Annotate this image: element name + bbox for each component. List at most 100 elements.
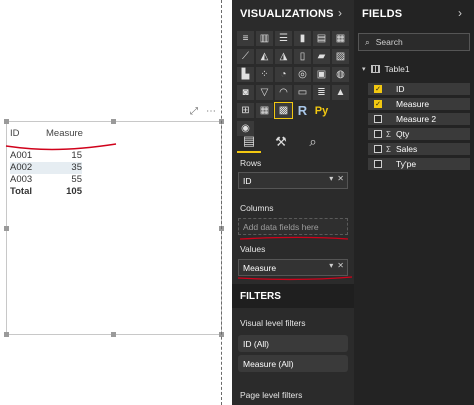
line-column-icon[interactable]: ▯ bbox=[294, 49, 311, 64]
rows-label: Rows bbox=[240, 158, 262, 168]
checkbox[interactable] bbox=[374, 160, 382, 168]
visual-type-grid: ≡ ▥ ☰ ▮ ▤ ▦ ⟋ ◭ ◮ ▯ ▰ ▨ ▙ ⁘ ◔ ◎ ▣ ◍ ◙ ▽ … bbox=[237, 31, 353, 137]
kpi-icon[interactable]: ▲ bbox=[332, 85, 349, 100]
total-value: 105 bbox=[66, 186, 82, 197]
filter-card-id[interactable]: ID (All) bbox=[238, 335, 348, 352]
chevron-right-icon[interactable]: › bbox=[338, 6, 342, 20]
gauge-icon[interactable]: ◠ bbox=[275, 85, 292, 100]
scatter-icon[interactable]: ⁘ bbox=[256, 67, 273, 82]
resize-handle[interactable] bbox=[4, 226, 9, 231]
column-header-id[interactable]: ID bbox=[10, 126, 42, 142]
100-column-icon[interactable]: ▦ bbox=[332, 31, 349, 46]
rows-well[interactable]: ID ▾ ✕ bbox=[238, 172, 348, 189]
stacked-bar-icon[interactable]: ≡ bbox=[237, 31, 254, 46]
close-icon[interactable]: ✕ bbox=[337, 261, 344, 270]
rows-field: ID bbox=[243, 175, 252, 186]
multirow-card-icon[interactable]: ≣ bbox=[313, 85, 330, 100]
format-paint-roller-icon[interactable]: ⚒ bbox=[269, 131, 293, 153]
map-icon[interactable]: ◍ bbox=[332, 67, 349, 82]
search-placeholder: Search bbox=[375, 37, 403, 47]
matrix-header-row: ID Measure bbox=[10, 126, 120, 142]
field-label: Ty'pe bbox=[396, 159, 417, 169]
values-well[interactable]: Measure ▾ ✕ bbox=[238, 259, 348, 276]
focus-mode-icon[interactable]: ⤢ bbox=[190, 106, 198, 117]
close-icon[interactable]: ✕ bbox=[337, 174, 344, 183]
report-canvas[interactable]: ⤢ ⋯ ID Measure A001 15 A002 35 A003 55 T… bbox=[0, 0, 230, 405]
checkbox[interactable] bbox=[374, 115, 382, 123]
funnel-icon[interactable]: ▽ bbox=[256, 85, 273, 100]
chevron-right-icon[interactable]: › bbox=[458, 6, 462, 20]
checkbox[interactable] bbox=[374, 145, 382, 153]
card-icon[interactable]: ▭ bbox=[294, 85, 311, 100]
waterfall-icon[interactable]: ▙ bbox=[237, 67, 254, 82]
area-chart-icon[interactable]: ◭ bbox=[256, 49, 273, 64]
visualizations-title: VISUALIZATIONS bbox=[240, 8, 334, 20]
visual-header: ⤢ ⋯ bbox=[190, 106, 216, 117]
line-clustered-icon[interactable]: ▰ bbox=[313, 49, 330, 64]
sigma-icon: Σ bbox=[386, 129, 391, 139]
checkbox-checked[interactable]: ✓ bbox=[374, 100, 382, 108]
grid-spacer bbox=[332, 103, 349, 118]
fields-tab-icon[interactable]: ▤ bbox=[237, 131, 261, 153]
matrix-icon[interactable]: ▩ bbox=[274, 102, 293, 119]
canvas-divider bbox=[221, 0, 222, 405]
field-item-sales[interactable]: Σ Sales bbox=[368, 143, 470, 155]
resize-handle[interactable] bbox=[111, 119, 116, 124]
field-item-qty[interactable]: Σ Qty bbox=[368, 128, 470, 140]
chevron-down-icon[interactable]: ▾ bbox=[329, 261, 333, 270]
checkbox[interactable] bbox=[374, 130, 382, 138]
columns-placeholder: Add data fields here bbox=[243, 221, 319, 232]
stacked-area-icon[interactable]: ◮ bbox=[275, 49, 292, 64]
pie-chart-icon[interactable]: ◔ bbox=[275, 67, 292, 82]
field-item-measure-2[interactable]: Measure 2 bbox=[368, 113, 470, 125]
field-item-measure[interactable]: ✓ Measure bbox=[368, 98, 470, 110]
resize-handle[interactable] bbox=[4, 119, 9, 124]
row-value: 55 bbox=[71, 174, 82, 185]
table-row[interactable]: A001 15 bbox=[10, 150, 120, 162]
analytics-magnifier-icon[interactable]: ⌕ bbox=[301, 131, 325, 153]
clustered-bar-icon[interactable]: ☰ bbox=[275, 31, 292, 46]
chevron-down-icon[interactable]: ▾ bbox=[329, 174, 333, 183]
slicer-icon[interactable]: ⊞ bbox=[237, 103, 254, 118]
ribbon-chart-icon[interactable]: ▨ bbox=[332, 49, 349, 64]
field-item-id[interactable]: ✓ ID bbox=[368, 83, 470, 95]
row-id: A002 bbox=[10, 162, 42, 174]
treemap-icon[interactable]: ▣ bbox=[313, 67, 330, 82]
field-label: Qty bbox=[396, 129, 410, 139]
resize-handle[interactable] bbox=[4, 332, 9, 337]
more-options-icon[interactable]: ⋯ bbox=[206, 106, 216, 117]
table-row[interactable]: A003 55 bbox=[10, 174, 120, 186]
red-underline-annotation bbox=[239, 236, 349, 240]
field-item-type[interactable]: Ty'pe bbox=[368, 158, 470, 170]
filter-card-measure[interactable]: Measure (All) bbox=[238, 355, 348, 372]
fields-title: FIELDS bbox=[362, 8, 403, 20]
field-table-table1[interactable]: ▾ Table1 bbox=[362, 64, 410, 74]
table-row[interactable]: A002 35 bbox=[10, 162, 120, 174]
column-header-measure[interactable]: Measure bbox=[42, 126, 83, 142]
sigma-icon: Σ bbox=[386, 144, 391, 154]
r-visual-icon[interactable]: R bbox=[294, 103, 311, 118]
columns-well[interactable]: Add data fields here bbox=[238, 218, 348, 235]
table-icon[interactable]: ▦ bbox=[256, 103, 273, 118]
resize-handle[interactable] bbox=[111, 332, 116, 337]
checkbox-checked[interactable]: ✓ bbox=[374, 85, 382, 93]
donut-icon[interactable]: ◎ bbox=[294, 67, 311, 82]
filled-map-icon[interactable]: ◙ bbox=[237, 85, 254, 100]
chevron-down-icon[interactable]: ▾ bbox=[362, 65, 366, 73]
total-label: Total bbox=[10, 186, 32, 197]
field-label: ID bbox=[396, 84, 405, 94]
row-id: A001 bbox=[10, 150, 33, 161]
line-chart-icon[interactable]: ⟋ bbox=[237, 49, 254, 64]
row-value: 15 bbox=[71, 150, 82, 161]
field-label: Measure bbox=[396, 99, 430, 109]
row-id: A003 bbox=[10, 174, 33, 185]
python-visual-icon[interactable]: Py bbox=[313, 103, 330, 118]
stacked-column-icon[interactable]: ▥ bbox=[256, 31, 273, 46]
table-name: Table1 bbox=[384, 64, 410, 74]
100-bar-icon[interactable]: ▤ bbox=[313, 31, 330, 46]
search-input[interactable]: ⌕ Search bbox=[358, 33, 470, 51]
field-label: Measure 2 bbox=[396, 114, 437, 124]
clustered-column-icon[interactable]: ▮ bbox=[294, 31, 311, 46]
row-value: 35 bbox=[42, 162, 82, 174]
values-label: Values bbox=[240, 244, 266, 254]
